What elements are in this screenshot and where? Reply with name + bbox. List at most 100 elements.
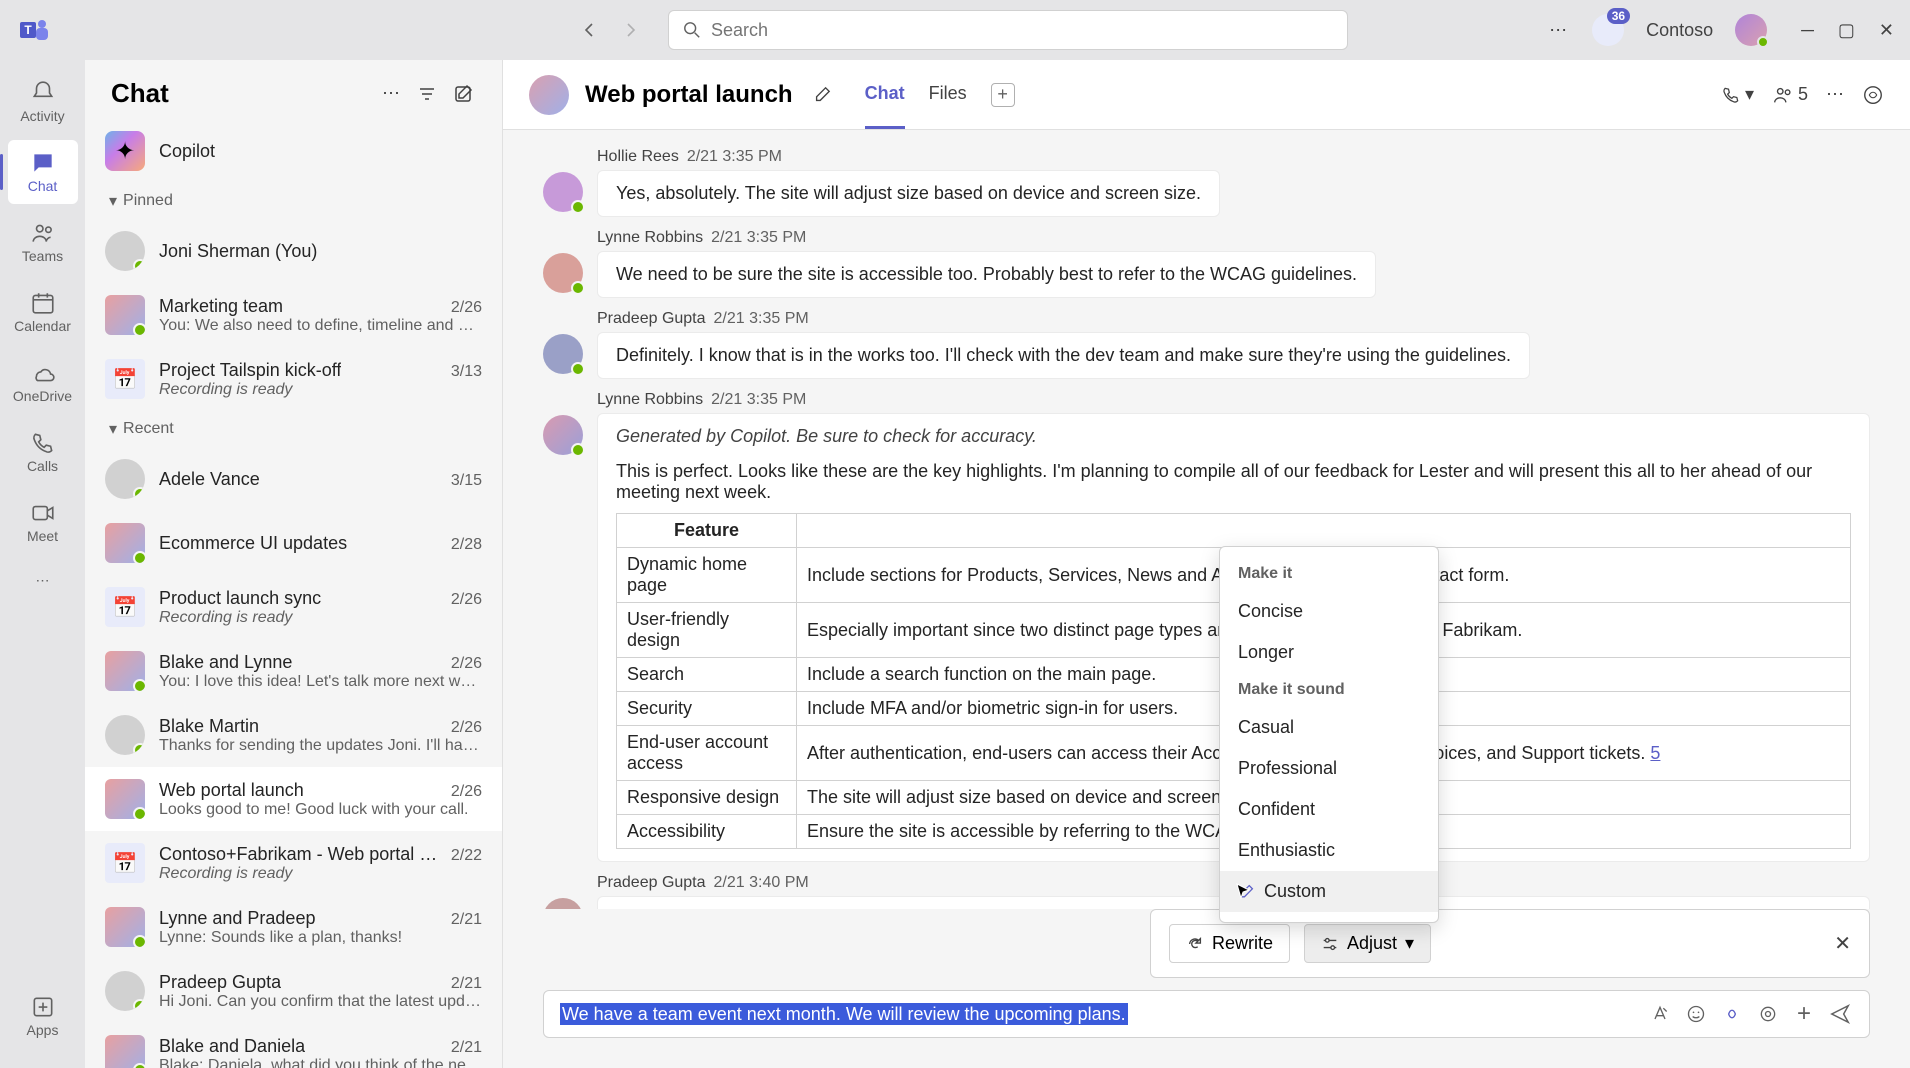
- participants-button[interactable]: 5: [1772, 84, 1808, 106]
- rewrite-button[interactable]: Rewrite: [1169, 924, 1290, 963]
- rail-teams[interactable]: Teams: [8, 210, 78, 274]
- chat-name: Joni Sherman (You): [159, 241, 317, 262]
- section-recent[interactable]: ▾ Recent: [85, 411, 502, 447]
- copilot-pane-icon[interactable]: [1862, 84, 1884, 106]
- message: Hollie Rees2/21 3:35 PMYes, absolutely. …: [543, 148, 1870, 217]
- chat-date: 2/26: [451, 719, 482, 737]
- rail-calendar[interactable]: Calendar: [8, 280, 78, 344]
- svg-text:T: T: [24, 23, 32, 37]
- notification-badge: 36: [1607, 8, 1630, 24]
- reference-link[interactable]: 5: [1650, 743, 1660, 763]
- feature-cell: Search: [617, 658, 797, 692]
- rail-chat[interactable]: Chat: [8, 140, 78, 204]
- copilot-compose-icon[interactable]: [1719, 1001, 1745, 1027]
- rail-calls[interactable]: Calls: [8, 420, 78, 484]
- rail-meet[interactable]: Meet: [8, 490, 78, 554]
- search-input[interactable]: [711, 20, 1333, 41]
- chat-list-item[interactable]: Pradeep Gupta2/21Hi Joni. Can you confir…: [85, 959, 502, 1023]
- chat-list-item[interactable]: Blake and Daniela2/21Blake: Daniela, wha…: [85, 1023, 502, 1068]
- call-button[interactable]: ▾: [1721, 84, 1754, 105]
- nav-back-button[interactable]: [574, 14, 606, 46]
- tab-chat[interactable]: Chat: [865, 60, 905, 129]
- avatar: [543, 334, 583, 374]
- message-time: 2/21 3:35 PM: [687, 148, 782, 165]
- chat-date: 2/26: [451, 591, 482, 609]
- chat-list-item[interactable]: 📅Contoso+Fabrikam - Web portal ki...2/22…: [85, 831, 502, 895]
- search-icon: [683, 21, 701, 39]
- section-pinned[interactable]: ▾ Pinned: [85, 183, 502, 219]
- chat-list-item[interactable]: Adele Vance3/15: [85, 447, 502, 511]
- title-bar: T ⋯ 36 Contoso ─ ▢ ✕: [0, 0, 1910, 60]
- chat-list-item[interactable]: Joni Sherman (You): [85, 219, 502, 283]
- message-bubble: Yes, absolutely. The site will adjust si…: [597, 170, 1220, 217]
- message: Lynne Robbins2/21 3:35 PMWe need to be s…: [543, 229, 1870, 298]
- close-copilot-bar[interactable]: ✕: [1834, 931, 1851, 956]
- send-button[interactable]: [1827, 1001, 1853, 1027]
- more-icon[interactable]: ⋯: [1546, 18, 1570, 42]
- close-button[interactable]: ✕: [1879, 20, 1894, 41]
- message-time: 2/21 3:35 PM: [711, 229, 806, 246]
- add-icon[interactable]: +: [1791, 1001, 1817, 1027]
- chat-list-item[interactable]: 📅Product launch sync2/26Recording is rea…: [85, 575, 502, 639]
- chat-preview: Recording is ready: [159, 381, 482, 399]
- loop-icon[interactable]: [1755, 1001, 1781, 1027]
- nav-forward-button[interactable]: [614, 14, 646, 46]
- chat-avatar: [105, 651, 145, 691]
- chat-date: 2/26: [451, 299, 482, 317]
- app-rail: Activity Chat Teams Calendar OneDrive Ca…: [0, 60, 85, 1068]
- chat-name: Contoso+Fabrikam - Web portal ki...: [159, 844, 443, 865]
- rail-onedrive[interactable]: OneDrive: [8, 350, 78, 414]
- tab-files[interactable]: Files: [929, 60, 967, 129]
- chat-list-item[interactable]: Marketing team2/26You: We also need to d…: [85, 283, 502, 347]
- chat-avatar: [105, 971, 145, 1011]
- feature-cell: User-friendly design: [617, 603, 797, 658]
- notifications-avatar[interactable]: 36: [1592, 14, 1624, 46]
- minimize-button[interactable]: ─: [1801, 20, 1814, 41]
- chat-date: 2/21: [451, 911, 482, 929]
- chat-list-item[interactable]: Blake and Lynne2/26You: I love this idea…: [85, 639, 502, 703]
- chat-list-item[interactable]: 📅Project Tailspin kick-off3/13Recording …: [85, 347, 502, 411]
- emoji-icon[interactable]: [1683, 1001, 1709, 1027]
- compose-text[interactable]: We have a team event next month. We will…: [560, 1004, 1637, 1025]
- copilot-disclaimer: Generated by Copilot. Be sure to check f…: [616, 426, 1851, 447]
- chat-list-item[interactable]: Ecommerce UI updates2/28: [85, 511, 502, 575]
- search-box[interactable]: [668, 10, 1348, 50]
- chat-preview: Thanks for sending the updates Joni. I'l…: [159, 737, 482, 755]
- adjust-casual[interactable]: Casual: [1220, 707, 1438, 748]
- chat-list-item[interactable]: Web portal launch2/26Looks good to me! G…: [85, 767, 502, 831]
- rail-more[interactable]: ⋯: [8, 560, 78, 600]
- avatar: [543, 253, 583, 293]
- chevron-down-icon: ▾: [1405, 933, 1414, 954]
- feature-cell: Security: [617, 692, 797, 726]
- adjust-concise[interactable]: Concise: [1220, 591, 1438, 632]
- chat-list-item[interactable]: Lynne and Pradeep2/21Lynne: Sounds like …: [85, 895, 502, 959]
- adjust-confident[interactable]: Confident: [1220, 789, 1438, 830]
- rail-apps[interactable]: Apps: [8, 984, 78, 1048]
- message-list[interactable]: Hollie Rees2/21 3:35 PMYes, absolutely. …: [503, 130, 1910, 909]
- filter-icon[interactable]: [414, 81, 440, 107]
- rail-activity[interactable]: Activity: [8, 70, 78, 134]
- user-avatar[interactable]: [1735, 14, 1767, 46]
- compose-box[interactable]: We have a team event next month. We will…: [543, 990, 1870, 1038]
- adjust-professional[interactable]: Professional: [1220, 748, 1438, 789]
- teams-logo: T: [16, 12, 52, 48]
- chat-preview: Recording is ready: [159, 609, 482, 627]
- rename-icon[interactable]: [809, 82, 835, 108]
- chat-list-item[interactable]: Blake Martin2/26Thanks for sending the u…: [85, 703, 502, 767]
- new-chat-icon[interactable]: [450, 81, 476, 107]
- sidebar-copilot[interactable]: ✦ Copilot: [85, 119, 502, 183]
- chat-preview: Looks good to me! Good luck with your ca…: [159, 801, 482, 819]
- sidebar-more-icon[interactable]: ⋯: [378, 81, 404, 107]
- add-tab-button[interactable]: +: [991, 83, 1015, 107]
- adjust-enthusiastic[interactable]: Enthusiastic: [1220, 830, 1438, 871]
- format-icon[interactable]: [1647, 1001, 1673, 1027]
- adjust-longer[interactable]: Longer: [1220, 632, 1438, 673]
- message-bubble: Definitely. I know that is in the works …: [597, 332, 1530, 379]
- adjust-button[interactable]: Adjust ▾: [1304, 924, 1431, 963]
- chat-preview: Lynne: Sounds like a plan, thanks!: [159, 929, 482, 947]
- menu-header: Make it: [1220, 557, 1438, 591]
- chat-preview: Blake: Daniela, what did you think of th…: [159, 1057, 482, 1068]
- header-more-icon[interactable]: ⋯: [1826, 84, 1844, 105]
- maximize-button[interactable]: ▢: [1838, 20, 1855, 41]
- adjust-custom[interactable]: Custom: [1220, 871, 1438, 912]
